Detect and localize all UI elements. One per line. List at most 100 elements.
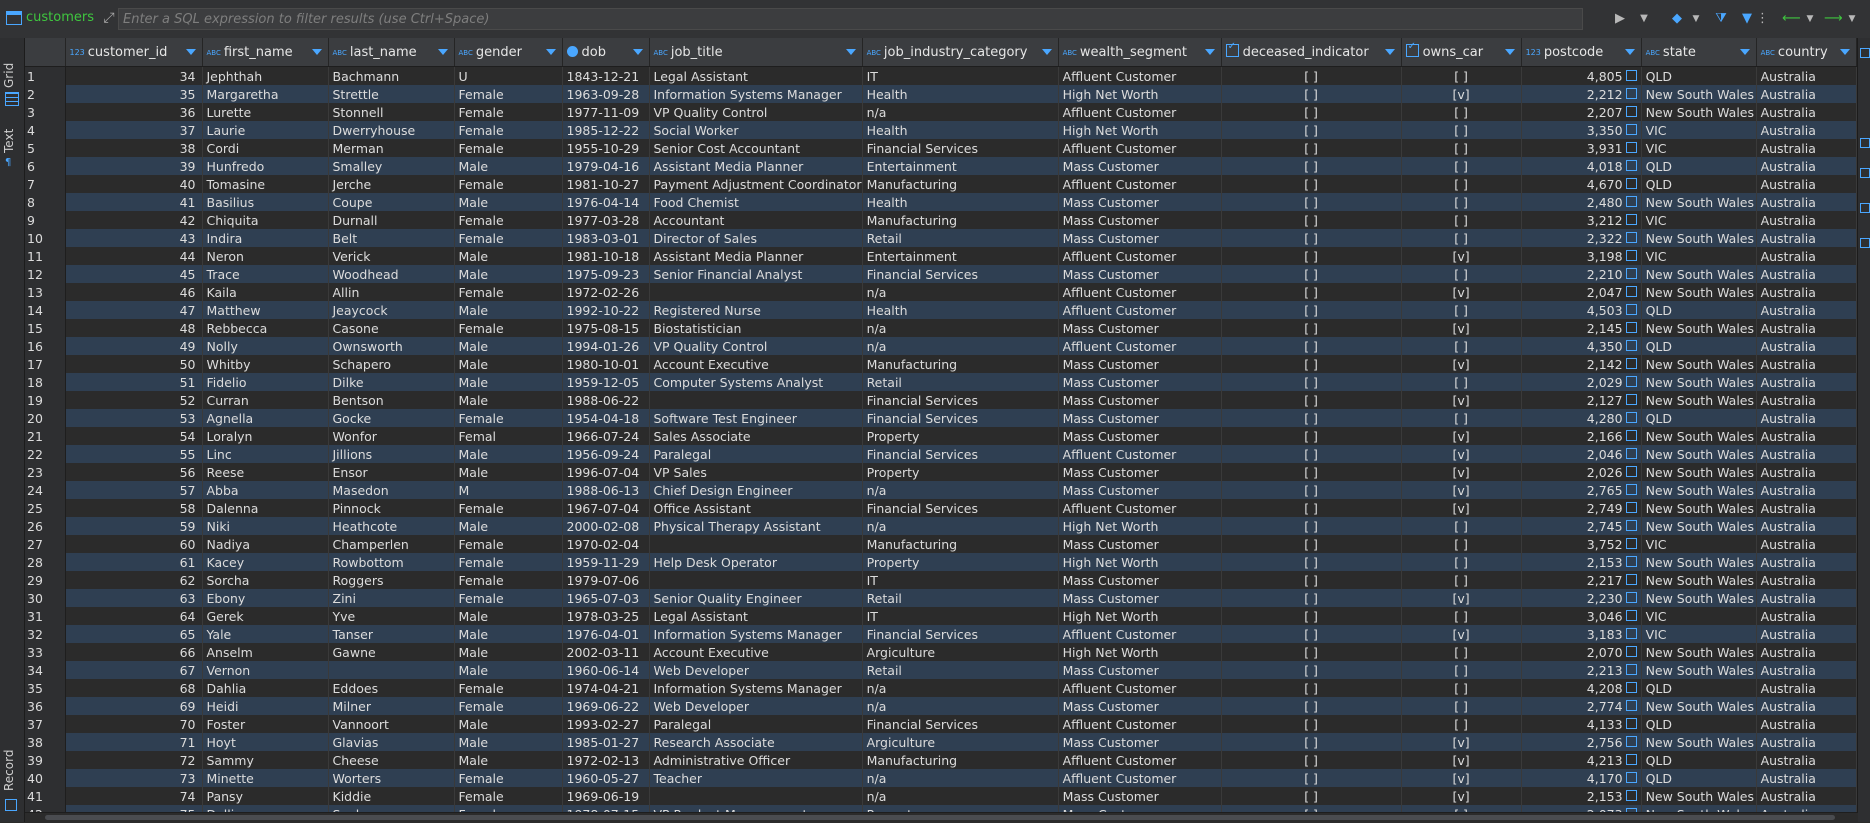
cell-job-title[interactable]: Assistant Media Planner: [649, 247, 863, 265]
cell-owns-car[interactable]: [ ]: [1401, 697, 1522, 715]
row-number[interactable]: 28: [25, 553, 66, 571]
cell-last-name[interactable]: Vannoort: [328, 715, 455, 733]
table-row[interactable]: 5 38 Cordi Merman Female 1955-10-29 Senior Cos…: [25, 139, 1857, 157]
cell-job-industry-category[interactable]: Entertainment: [862, 247, 1059, 265]
cell-customer-id[interactable]: 35: [65, 85, 203, 103]
cell-deceased-indicator[interactable]: [ ]: [1221, 85, 1402, 103]
cell-first-name[interactable]: Whitby: [202, 355, 329, 373]
foreign-key-link-icon[interactable]: [1625, 375, 1637, 387]
foreign-key-link-icon[interactable]: [1625, 321, 1637, 333]
cell-deceased-indicator[interactable]: [ ]: [1221, 517, 1402, 535]
cell-job-title[interactable]: Payment Adjustment Coordinator: [649, 175, 863, 193]
cell-state[interactable]: New South Wales: [1641, 643, 1757, 661]
cell-wealth-segment[interactable]: Affluent Customer: [1058, 247, 1222, 265]
cell-wealth-segment[interactable]: Mass Customer: [1058, 427, 1222, 445]
cell-postcode[interactable]: 2,029: [1521, 373, 1642, 391]
cell-owns-car[interactable]: [ ]: [1401, 157, 1522, 175]
cell-country[interactable]: Australia: [1756, 391, 1857, 409]
cell-job-industry-category[interactable]: n/a: [862, 697, 1059, 715]
cell-dob[interactable]: 1965-07-03: [562, 589, 650, 607]
cell-first-name[interactable]: Cordi: [202, 139, 329, 157]
cell-owns-car[interactable]: [v]: [1401, 751, 1522, 769]
cell-customer-id[interactable]: 72: [65, 751, 203, 769]
cell-gender[interactable]: Male: [454, 445, 563, 463]
cell-gender[interactable]: U: [454, 66, 563, 85]
row-number[interactable]: 29: [25, 571, 66, 589]
cell-job-title[interactable]: Software Test Engineer: [649, 409, 863, 427]
cell-postcode[interactable]: 4,208: [1521, 679, 1642, 697]
cell-country[interactable]: Australia: [1756, 625, 1857, 643]
cell-gender[interactable]: Male: [454, 625, 563, 643]
cell-gender[interactable]: Female: [454, 103, 563, 121]
foreign-key-link-icon[interactable]: [1625, 249, 1637, 261]
cell-first-name[interactable]: Agnella: [202, 409, 329, 427]
cell-job-title[interactable]: Information Systems Manager: [649, 85, 863, 103]
cell-country[interactable]: Australia: [1756, 103, 1857, 121]
cell-dob[interactable]: 1978-07-15: [562, 805, 650, 812]
cell-job-industry-category[interactable]: Property: [862, 427, 1059, 445]
cell-deceased-indicator[interactable]: [ ]: [1221, 607, 1402, 625]
cell-job-title[interactable]: Food Chemist: [649, 193, 863, 211]
cell-owns-car[interactable]: [ ]: [1401, 211, 1522, 229]
table-row[interactable]: 35 68 Dahlia Eddoes Female 1974-04-21 Informat…: [25, 679, 1857, 697]
cell-first-name[interactable]: Hunfredo: [202, 157, 329, 175]
panel-icon[interactable]: [1860, 138, 1870, 148]
cell-customer-id[interactable]: 45: [65, 265, 203, 283]
cell-first-name[interactable]: Loralyn: [202, 427, 329, 445]
cell-gender[interactable]: Male: [454, 265, 563, 283]
cell-job-title[interactable]: [649, 787, 863, 805]
row-number[interactable]: 35: [25, 679, 66, 697]
cell-wealth-segment[interactable]: Mass Customer: [1058, 463, 1222, 481]
cell-postcode[interactable]: 2,774: [1521, 697, 1642, 715]
cell-owns-car[interactable]: [v]: [1401, 589, 1522, 607]
cell-state[interactable]: New South Wales: [1641, 553, 1757, 571]
cell-wealth-segment[interactable]: High Net Worth: [1058, 517, 1222, 535]
cell-deceased-indicator[interactable]: [ ]: [1221, 589, 1402, 607]
cell-last-name[interactable]: Verick: [328, 247, 455, 265]
cell-dob[interactable]: 1967-07-04: [562, 499, 650, 517]
foreign-key-link-icon[interactable]: [1625, 537, 1637, 549]
cell-postcode[interactable]: 2,127: [1521, 391, 1642, 409]
foreign-key-link-icon[interactable]: [1625, 645, 1637, 657]
cell-job-title[interactable]: [649, 283, 863, 301]
cell-last-name[interactable]: Tanser: [328, 625, 455, 643]
cell-job-title[interactable]: Chief Design Engineer: [649, 481, 863, 499]
foreign-key-link-icon[interactable]: [1625, 141, 1637, 153]
cell-gender[interactable]: Male: [454, 157, 563, 175]
cell-last-name[interactable]: Champerlen: [328, 535, 455, 553]
tab-grid[interactable]: Grid: [2, 48, 22, 118]
cell-country[interactable]: Australia: [1756, 157, 1857, 175]
cell-job-title[interactable]: VP Quality Control: [649, 103, 863, 121]
cell-wealth-segment[interactable]: Affluent Customer: [1058, 301, 1222, 319]
cell-wealth-segment[interactable]: Mass Customer: [1058, 571, 1222, 589]
cell-dob[interactable]: 1993-02-27: [562, 715, 650, 733]
cell-country[interactable]: Australia: [1756, 661, 1857, 679]
cell-first-name[interactable]: Linc: [202, 445, 329, 463]
cell-state[interactable]: New South Wales: [1641, 805, 1757, 812]
cell-last-name[interactable]: Dilke: [328, 373, 455, 391]
cell-country[interactable]: Australia: [1756, 355, 1857, 373]
back-dropdown-icon[interactable]: ▼: [1804, 8, 1816, 30]
row-number[interactable]: 40: [25, 769, 66, 787]
cell-last-name[interactable]: Wonfor: [328, 427, 455, 445]
cell-gender[interactable]: Female: [454, 121, 563, 139]
cell-country[interactable]: Australia: [1756, 85, 1857, 103]
foreign-key-link-icon[interactable]: [1625, 591, 1637, 603]
cell-wealth-segment[interactable]: High Net Worth: [1058, 607, 1222, 625]
cell-deceased-indicator[interactable]: [ ]: [1221, 679, 1402, 697]
cell-postcode[interactable]: 2,153: [1521, 787, 1642, 805]
cell-job-title[interactable]: Legal Assistant: [649, 607, 863, 625]
cell-job-industry-category[interactable]: n/a: [862, 679, 1059, 697]
cell-owns-car[interactable]: [ ]: [1401, 553, 1522, 571]
cell-postcode[interactable]: 3,752: [1521, 535, 1642, 553]
cell-state[interactable]: QLD: [1641, 301, 1757, 319]
cell-deceased-indicator[interactable]: [ ]: [1221, 715, 1402, 733]
cell-gender[interactable]: Female: [454, 319, 563, 337]
cell-deceased-indicator[interactable]: [ ]: [1221, 121, 1402, 139]
cell-job-title[interactable]: Paralegal: [649, 445, 863, 463]
cell-owns-car[interactable]: [v]: [1401, 499, 1522, 517]
cell-customer-id[interactable]: 34: [65, 66, 203, 85]
cell-gender[interactable]: Male: [454, 517, 563, 535]
cell-postcode[interactable]: 4,280: [1521, 409, 1642, 427]
cell-country[interactable]: Australia: [1756, 373, 1857, 391]
